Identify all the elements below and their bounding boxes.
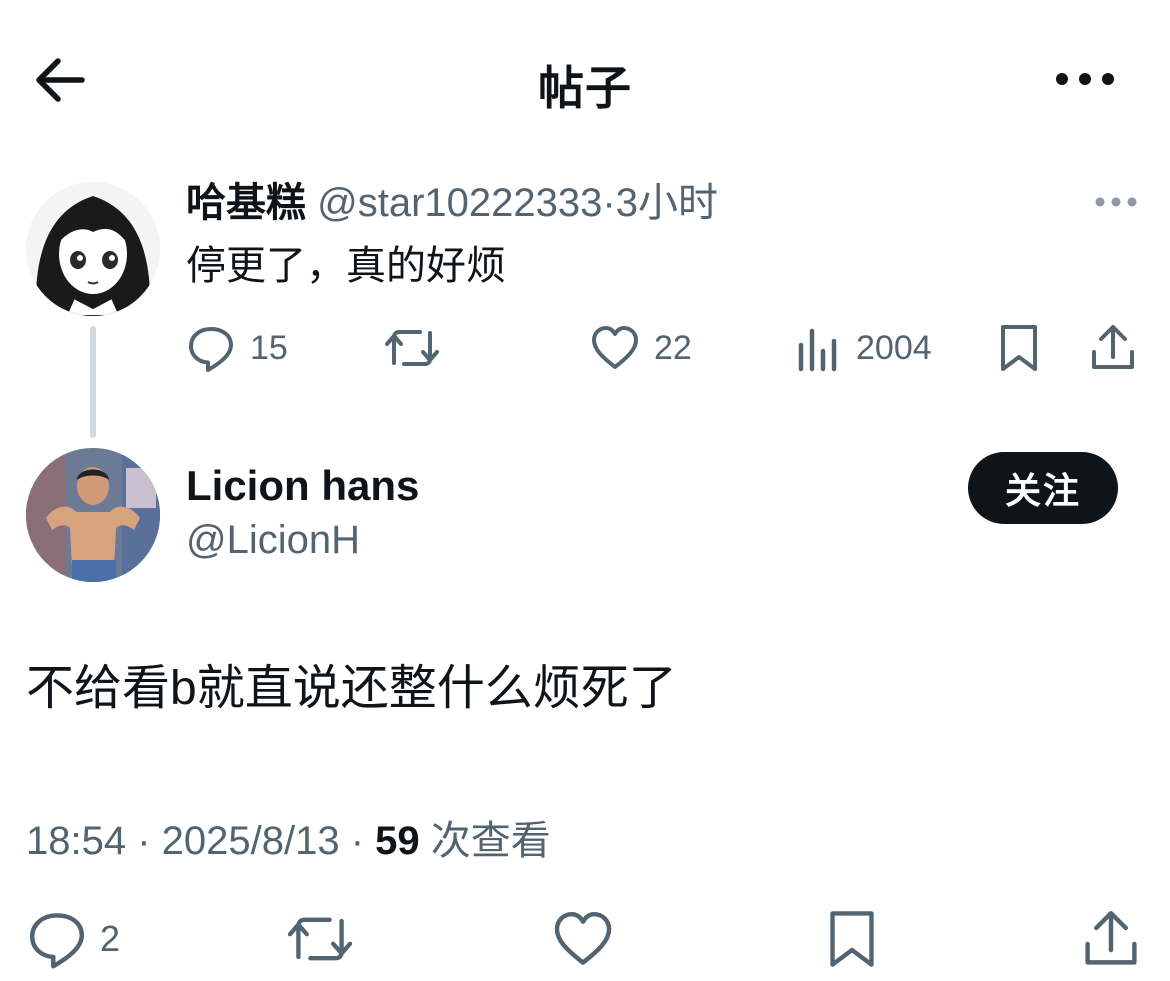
views-count[interactable]: 59	[375, 819, 420, 863]
heart-icon	[554, 911, 612, 965]
more-horizontal-icon	[1095, 197, 1137, 207]
author-handle[interactable]: @LicionH	[186, 518, 360, 563]
separator-dot: ·	[602, 181, 616, 225]
anime-girl-avatar-image	[26, 182, 160, 316]
retweet-icon	[287, 917, 353, 961]
share-icon	[1085, 910, 1137, 965]
reply-icon	[189, 327, 233, 372]
reply-icon	[29, 913, 85, 969]
bookmark-button[interactable]	[996, 320, 1042, 376]
bookmark-icon	[830, 911, 874, 967]
reply-button[interactable]: 15	[186, 320, 288, 376]
like-button[interactable]	[552, 906, 614, 972]
user-photo-avatar-image	[26, 448, 160, 582]
share-button[interactable]	[1080, 906, 1142, 972]
retweet-button[interactable]	[286, 906, 354, 972]
more-horizontal-icon	[1056, 73, 1114, 85]
thread-connector-line	[90, 326, 96, 438]
follow-button[interactable]: 关注	[968, 452, 1118, 524]
separator-dot: ·	[126, 819, 162, 863]
views-label: 次查看	[419, 819, 551, 863]
reply-count: 2	[100, 918, 121, 959]
separator-dot: ·	[339, 819, 376, 863]
tweet-time: 18:54	[26, 819, 127, 863]
reply-count: 15	[250, 328, 288, 367]
retweet-icon	[385, 330, 439, 366]
retweet-button[interactable]	[384, 320, 454, 376]
like-count: 22	[654, 328, 692, 367]
parent-tweet-more-button[interactable]	[1092, 192, 1140, 212]
parent-tweet-header: 哈基糕 @star10222333·3小时	[186, 180, 718, 226]
author-name[interactable]: Licion hans	[186, 462, 419, 510]
views-button[interactable]: 2004	[796, 320, 932, 376]
bookmark-icon	[1001, 325, 1037, 371]
heart-icon	[592, 326, 638, 369]
avatar[interactable]	[26, 448, 160, 582]
tweet-date: 2025/8/13	[161, 819, 340, 863]
tweet-meta: 18:54 · 2025/8/13 · 59 次查看	[26, 808, 551, 866]
reply-button[interactable]: 2	[26, 906, 120, 972]
share-button[interactable]	[1088, 320, 1138, 376]
share-icon	[1092, 325, 1134, 369]
page-title: 帖子	[538, 62, 632, 114]
author-handle[interactable]: @star10222333	[317, 181, 602, 225]
more-options-button[interactable]	[1052, 62, 1118, 96]
views-count: 2004	[856, 328, 932, 367]
like-button[interactable]: 22	[590, 320, 692, 376]
parent-tweet-text: 停更了，真的好烦	[186, 244, 506, 288]
bookmark-button[interactable]	[824, 906, 880, 972]
avatar[interactable]	[26, 182, 160, 316]
tweet-time[interactable]: 3小时	[616, 181, 718, 225]
bar-chart-icon	[798, 328, 837, 372]
tweet-text: 不给看b就直说还整什么烦死了	[26, 662, 677, 715]
author-name[interactable]: 哈基糕	[186, 181, 306, 225]
